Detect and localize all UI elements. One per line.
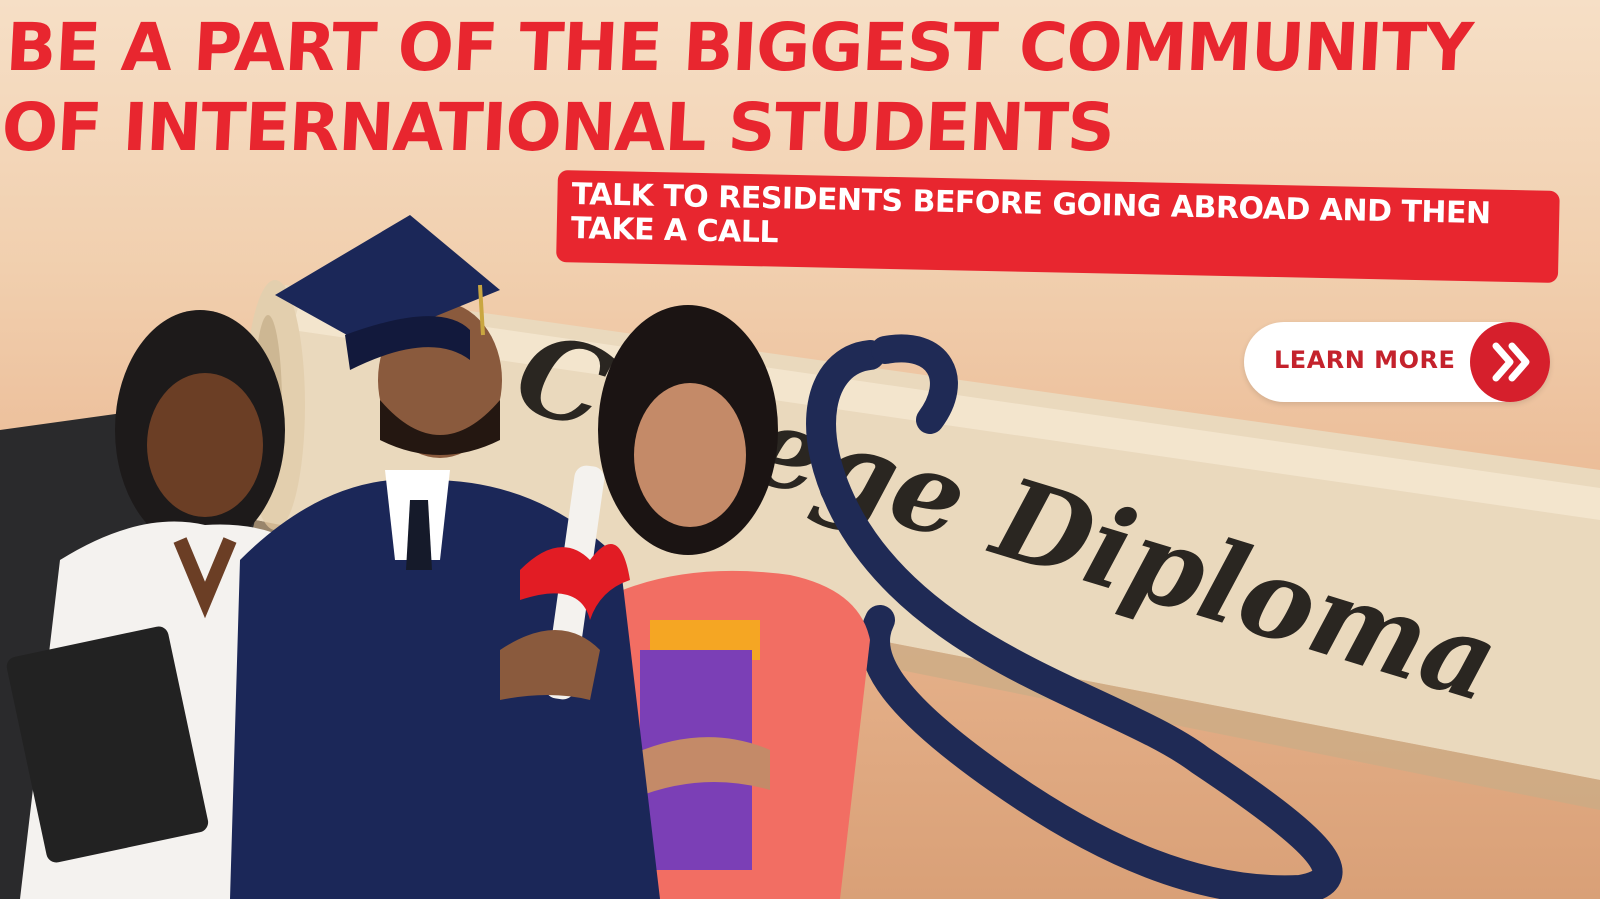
headline: BE A PART OF THE BIGGEST COMMUNITY OF IN… <box>0 9 1475 166</box>
learn-more-button[interactable]: LEARN MORE <box>1244 322 1550 402</box>
banner: College Diploma BE A PART OF THE BIGGEST… <box>0 0 1600 899</box>
double-chevron-right-icon <box>1470 322 1550 402</box>
learn-more-label: LEARN MORE <box>1274 346 1456 374</box>
